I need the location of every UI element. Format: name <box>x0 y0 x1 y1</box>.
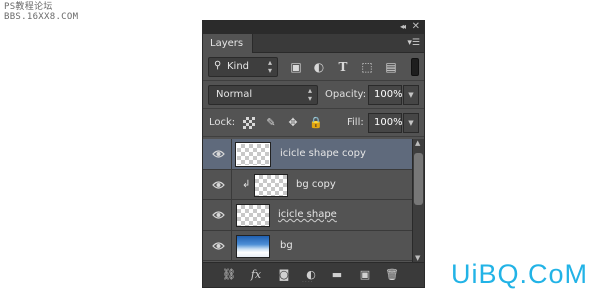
type-filter-icon[interactable]: T <box>336 60 350 74</box>
watermark-url: BBS.16XX8.COM <box>4 12 79 22</box>
smart-object-filter-icon[interactable]: ▤ <box>384 60 398 74</box>
layer-thumbnail <box>254 173 288 197</box>
stepper-arrows-icon: ▴ ▾ <box>267 58 272 75</box>
eye-icon[interactable] <box>212 240 225 252</box>
divider <box>231 200 232 230</box>
opacity-input[interactable]: 100% <box>368 85 403 105</box>
eye-icon[interactable] <box>212 179 225 191</box>
tab-layers[interactable]: Layers <box>203 34 253 53</box>
layer-thumbnail <box>235 142 271 167</box>
layer-row-bg[interactable]: bg <box>203 230 412 261</box>
shape-filter-icon[interactable]: ⬚ <box>360 60 374 74</box>
blend-mode-value: Normal <box>216 89 253 100</box>
divider <box>231 139 232 169</box>
fill-dropdown-icon[interactable]: ▼ <box>403 113 419 133</box>
lock-all-icon[interactable]: 🔒 <box>309 117 323 129</box>
lock-row: Lock: ✎ ✥ 🔒 Fill: 100% ▼ <box>203 109 424 137</box>
panel-titlebar: ◂◂ ✕ <box>203 21 424 34</box>
opacity-dropdown-icon[interactable]: ▼ <box>403 85 419 105</box>
watermark-logo-text: UiBQ <box>450 259 520 289</box>
layers-panel: ◂◂ ✕ Layers ▾☰ ⚲ Kind ▴ ▾ ▣ ◐ T ⬚ ▤ Norma… <box>202 20 425 288</box>
eye-icon[interactable] <box>212 209 225 221</box>
scroll-down-icon[interactable]: ▼ <box>415 254 420 262</box>
eye-icon[interactable] <box>212 148 225 160</box>
search-icon: ⚲ <box>214 60 222 71</box>
fx-icon[interactable]: fx <box>249 268 263 282</box>
blend-row: Normal ▴ ▾ Opacity: 100% ▼ <box>203 81 424 109</box>
double-chevron-icon[interactable]: ◂◂ <box>400 22 406 31</box>
opacity-label: Opacity: <box>325 89 367 100</box>
layer-row-icicle-shape-copy[interactable]: icicle shape copy <box>203 139 412 170</box>
image-filter-icon[interactable]: ▣ <box>289 60 303 74</box>
fill-input[interactable]: 100% <box>368 113 403 133</box>
lock-image-icon[interactable]: ✎ <box>265 117 277 129</box>
watermark-logo-domain: .CoM <box>519 259 588 289</box>
layer-name[interactable]: bg copy <box>296 179 336 190</box>
layer-name[interactable]: icicle shape <box>278 209 337 220</box>
layer-row-bg-copy[interactable]: ↲ bg copy <box>203 169 412 200</box>
filter-kind-select[interactable]: ⚲ Kind ▴ ▾ <box>208 57 278 77</box>
fill-label: Fill: <box>347 117 364 128</box>
layer-thumbnail <box>236 234 270 258</box>
scroll-up-icon[interactable]: ▲ <box>415 139 420 147</box>
layers-list: icicle shape copy ↲ bg copy icicle shape… <box>203 139 412 262</box>
lock-transparent-icon[interactable] <box>243 117 255 129</box>
layer-name[interactable]: icicle shape copy <box>280 148 366 159</box>
adjustment-filter-icon[interactable]: ◐ <box>312 60 326 74</box>
add-mask-icon[interactable]: ◙ <box>277 268 291 282</box>
delete-icon[interactable]: 🗑 <box>385 268 399 282</box>
new-layer-icon[interactable]: ▣ <box>358 268 372 282</box>
divider <box>231 169 232 199</box>
watermark-logo: UiBQ.CoM <box>451 259 588 290</box>
filter-row: ⚲ Kind ▴ ▾ ▣ ◐ T ⬚ ▤ <box>203 53 424 81</box>
watermark-title: PS教程论坛 <box>4 2 53 12</box>
panel-footer: ⛓ fx ◙ ◐ ▬ ▣ 🗑 ···· <box>203 262 424 287</box>
panel-menu-icon[interactable]: ▾☰ <box>407 38 420 48</box>
scrollbar-thumb[interactable] <box>414 153 423 205</box>
stepper-arrows-icon: ▴ ▾ <box>307 86 312 103</box>
layer-thumbnail <box>236 204 270 227</box>
divider <box>231 230 232 260</box>
link-layers-icon[interactable]: ⛓ <box>222 268 236 282</box>
filter-kind-label: Kind <box>227 61 250 72</box>
layer-row-icicle-shape[interactable]: icicle shape <box>203 200 412 231</box>
lock-label: Lock: <box>209 117 236 128</box>
layers-scrollbar[interactable]: ▲ ▼ <box>412 139 424 262</box>
new-group-icon[interactable]: ▬ <box>330 268 344 282</box>
filter-toggle-switch[interactable] <box>411 58 419 76</box>
resize-grip[interactable]: ···· <box>302 279 314 286</box>
panel-tabbar: Layers ▾☰ <box>203 34 424 53</box>
blend-mode-select[interactable]: Normal ▴ ▾ <box>208 85 318 105</box>
lock-position-icon[interactable]: ✥ <box>287 117 299 129</box>
clipping-mask-icon: ↲ <box>242 178 251 190</box>
watermark-top: PS教程论坛 BBS.16XX8.COM <box>4 2 78 22</box>
layer-name[interactable]: bg <box>280 240 293 251</box>
close-icon[interactable]: ✕ <box>412 21 420 32</box>
